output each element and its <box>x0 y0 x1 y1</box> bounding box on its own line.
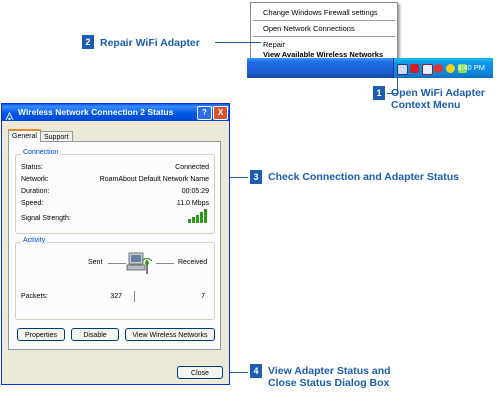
sent-line <box>108 263 126 264</box>
wireless-connection-icon <box>5 108 14 121</box>
packets-received-value: 7 <box>201 293 205 300</box>
menu-separator <box>253 36 395 37</box>
activity-group-title: Activity <box>21 237 48 244</box>
menu-item-open-network-connections[interactable]: Open Network Connections <box>263 24 355 33</box>
callout-badge-3: 3 <box>250 170 262 184</box>
taskbar: 3:40 PM <box>247 58 493 78</box>
speed-value: 11.0 Mbps <box>176 200 209 207</box>
system-tray: 3:40 PM <box>393 58 493 78</box>
callout-text-2: Repair WiFi Adapter <box>100 37 200 49</box>
general-tab-panel: Connection Status: Connected Network: Ro… <box>8 141 221 350</box>
callout-text-3: Check Connection and Adapter Status <box>268 171 459 183</box>
properties-button[interactable]: Properties <box>17 328 65 341</box>
received-line <box>156 263 174 264</box>
status-label: Status: <box>21 164 43 171</box>
speed-label: Speed: <box>21 200 44 207</box>
shield-icon[interactable] <box>434 64 443 73</box>
close-x-button[interactable]: X <box>213 106 228 120</box>
callout-text-1b: Context Menu <box>391 99 461 111</box>
menu-item-repair[interactable]: Repair <box>263 40 285 49</box>
callout-leader-2 <box>215 42 261 43</box>
callout-text-4b: Close Status Dialog Box <box>268 377 390 389</box>
callout-badge-1: 1 <box>373 86 385 100</box>
packets-divider <box>134 291 135 302</box>
callout-text-4a: View Adapter Status and <box>268 365 391 377</box>
connection-group: Connection Status: Connected Network: Ro… <box>15 149 215 234</box>
status-value: Connected <box>175 164 209 171</box>
callout-badge-2: 2 <box>82 35 94 49</box>
activity-group: Activity Sent Received Packets: 327 7 <box>15 237 215 320</box>
tab-general[interactable]: General <box>8 129 41 142</box>
wireless-network-icon[interactable] <box>397 64 408 75</box>
help-button[interactable]: ? <box>197 106 212 120</box>
network-value: RoamAbout Default Network Name <box>99 176 209 183</box>
packets-sent-value: 327 <box>110 293 122 300</box>
signal-strength-label: Signal Strength: <box>21 215 71 222</box>
duration-value: 00:05:29 <box>181 188 209 195</box>
clock[interactable]: 3:40 PM <box>457 63 485 72</box>
disable-button[interactable]: Disable <box>71 328 119 341</box>
computer-network-icon <box>126 251 156 277</box>
callout-text-1a: Open WiFi Adapter <box>391 87 486 99</box>
view-wireless-networks-button[interactable]: View Wireless Networks <box>125 328 215 341</box>
menu-separator <box>253 20 395 21</box>
network-label: Network: <box>21 176 49 183</box>
signal-strength-icon <box>188 209 208 223</box>
network-status-icon[interactable] <box>422 64 433 75</box>
sent-label: Sent <box>88 259 103 266</box>
dialog-titlebar[interactable]: Wireless Network Connection 2 Status ? X <box>2 104 229 121</box>
menu-item-firewall-settings[interactable]: Change Windows Firewall settings <box>263 8 378 17</box>
connection-group-title: Connection <box>21 149 61 156</box>
callout-badge-4: 4 <box>250 364 262 378</box>
tray-context-menu: Change Windows Firewall settings Open Ne… <box>250 2 398 62</box>
packets-label: Packets: <box>21 293 48 300</box>
security-alert-icon[interactable] <box>410 64 419 73</box>
duration-label: Duration: <box>21 188 50 195</box>
received-label: Received <box>178 259 208 266</box>
dialog-title: Wireless Network Connection 2 Status <box>18 107 174 117</box>
close-button[interactable]: Close <box>177 366 223 379</box>
status-dialog: Wireless Network Connection 2 Status ? X… <box>1 103 230 385</box>
hand-icon[interactable] <box>446 64 455 73</box>
